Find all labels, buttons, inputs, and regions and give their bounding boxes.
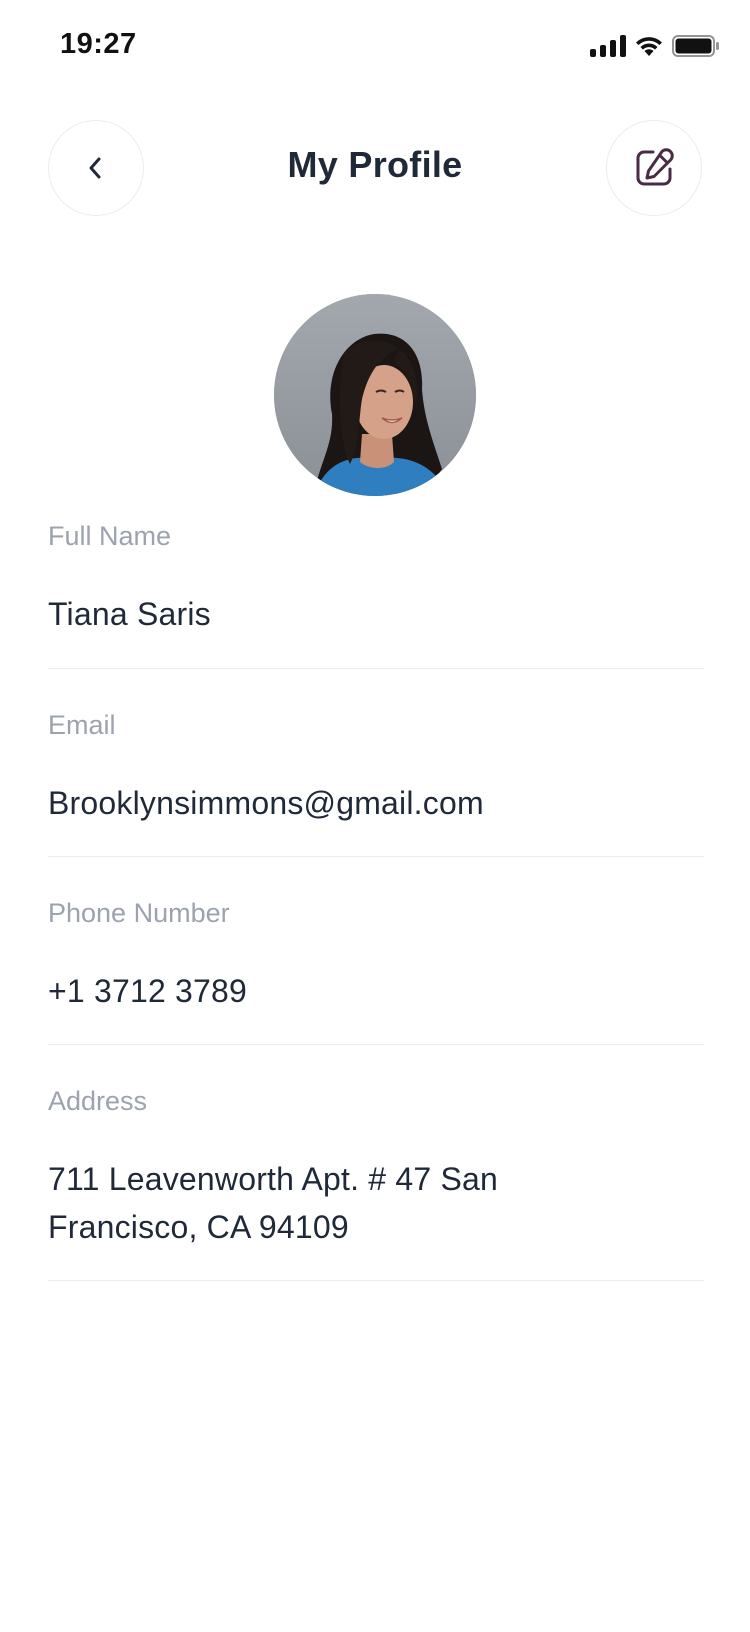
email-label: Email	[48, 710, 116, 740]
phone-label: Phone Number	[48, 898, 230, 928]
phone-value: +1 3712 3789	[48, 973, 248, 1009]
profile-screen: 19:27 My Profile Full Name Tiana Saris E…	[0, 0, 750, 1632]
avatar	[274, 294, 476, 496]
email-field: Email Brooklynsimmons@gmail.com	[48, 669, 704, 857]
status-icons	[590, 32, 720, 60]
status-bar: 19:27	[0, 0, 750, 92]
header: My Profile	[0, 120, 750, 216]
edit-icon	[636, 148, 674, 186]
full-name-field: Full Name Tiana Saris	[48, 520, 704, 669]
address-label: Address	[48, 1086, 148, 1116]
address-field: Address 711 Leavenworth Apt. # 47 San Fr…	[48, 1045, 704, 1281]
wifi-icon	[634, 35, 664, 57]
edit-button[interactable]	[606, 120, 702, 216]
phone-field: Phone Number +1 3712 3789	[48, 857, 704, 1045]
email-value: Brooklynsimmons@gmail.com	[48, 785, 484, 821]
battery-icon	[672, 34, 720, 58]
status-time: 19:27	[60, 28, 137, 60]
full-name-value: Tiana Saris	[48, 596, 211, 632]
profile-photo	[274, 294, 476, 496]
full-name-label: Full Name	[48, 521, 172, 551]
address-value: 711 Leavenworth Apt. # 47 San Francisco,…	[48, 1161, 498, 1245]
profile-fields: Full Name Tiana Saris Email Brooklynsimm…	[48, 520, 704, 1281]
signal-icon	[590, 35, 626, 57]
